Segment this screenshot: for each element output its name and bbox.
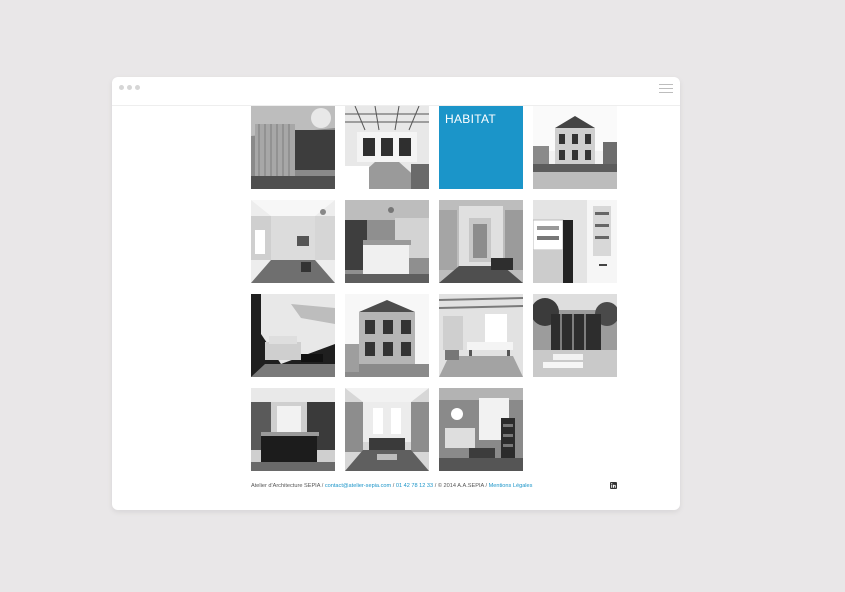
project-thumbnail-townhouse[interactable] bbox=[345, 294, 429, 377]
window-titlebar bbox=[112, 77, 680, 106]
page-footer: Atelier d'Architecture SEPIA / contact@a… bbox=[251, 480, 617, 492]
photo-dining-room bbox=[439, 200, 523, 283]
project-thumbnail-kitchen-island[interactable] bbox=[251, 388, 335, 471]
photo-garden-extension bbox=[533, 294, 617, 377]
photo-bookshelf bbox=[533, 200, 617, 283]
photo-villa bbox=[533, 106, 617, 189]
project-thumbnail-dining-room[interactable] bbox=[439, 200, 523, 283]
project-thumbnail-garden-extension[interactable] bbox=[533, 294, 617, 377]
window-dot-maximize[interactable] bbox=[135, 85, 140, 90]
project-thumbnail-living-room-1[interactable] bbox=[251, 200, 335, 283]
category-title: HABITAT bbox=[445, 112, 496, 126]
window-controls bbox=[119, 85, 140, 90]
window-dot-minimize[interactable] bbox=[127, 85, 132, 90]
browser-window: HABITAT Atelier d'Architecture SEPIA / c… bbox=[112, 77, 680, 510]
category-tile-habitat[interactable]: HABITAT bbox=[439, 106, 523, 189]
window-dot-close[interactable] bbox=[119, 85, 124, 90]
project-thumbnail-bookshelf[interactable] bbox=[533, 200, 617, 283]
photo-lounge-lamp bbox=[439, 388, 523, 471]
project-thumbnail-open-kitchen[interactable] bbox=[439, 294, 523, 377]
project-thumbnail-kitchen-1[interactable] bbox=[345, 200, 429, 283]
linkedin-icon[interactable] bbox=[610, 482, 617, 489]
photo-living-room-2 bbox=[345, 388, 429, 471]
photo-staircase-lounge bbox=[251, 294, 335, 377]
photo-kitchen-1 bbox=[345, 200, 429, 283]
photo-townhouse bbox=[345, 294, 429, 377]
photo-kitchen-island bbox=[251, 388, 335, 471]
footer-legal-link[interactable]: Mentions Légales bbox=[489, 483, 533, 489]
photo-glass-atrium bbox=[345, 106, 429, 189]
footer-email-link[interactable]: contact@atelier-sepia.com bbox=[325, 483, 391, 489]
footer-company: Atelier d'Architecture SEPIA bbox=[251, 483, 321, 489]
footer-phone-link[interactable]: 01 42 78 12 33 bbox=[396, 483, 433, 489]
project-thumbnail-living-room-2[interactable] bbox=[345, 388, 429, 471]
project-thumbnail-lounge-lamp[interactable] bbox=[439, 388, 523, 471]
project-thumbnail-villa[interactable] bbox=[533, 106, 617, 189]
photo-open-kitchen bbox=[439, 294, 523, 377]
project-thumbnail-wood-extension[interactable] bbox=[251, 106, 335, 189]
project-thumbnail-staircase-lounge[interactable] bbox=[251, 294, 335, 377]
photo-living-room-1 bbox=[251, 200, 335, 283]
hamburger-menu-icon[interactable] bbox=[659, 84, 673, 93]
footer-copyright: © 2014 A.A.SEPIA bbox=[437, 483, 484, 489]
project-grid: HABITAT bbox=[251, 106, 617, 471]
project-thumbnail-glass-atrium[interactable] bbox=[345, 106, 429, 189]
photo-wood-extension bbox=[251, 106, 335, 189]
